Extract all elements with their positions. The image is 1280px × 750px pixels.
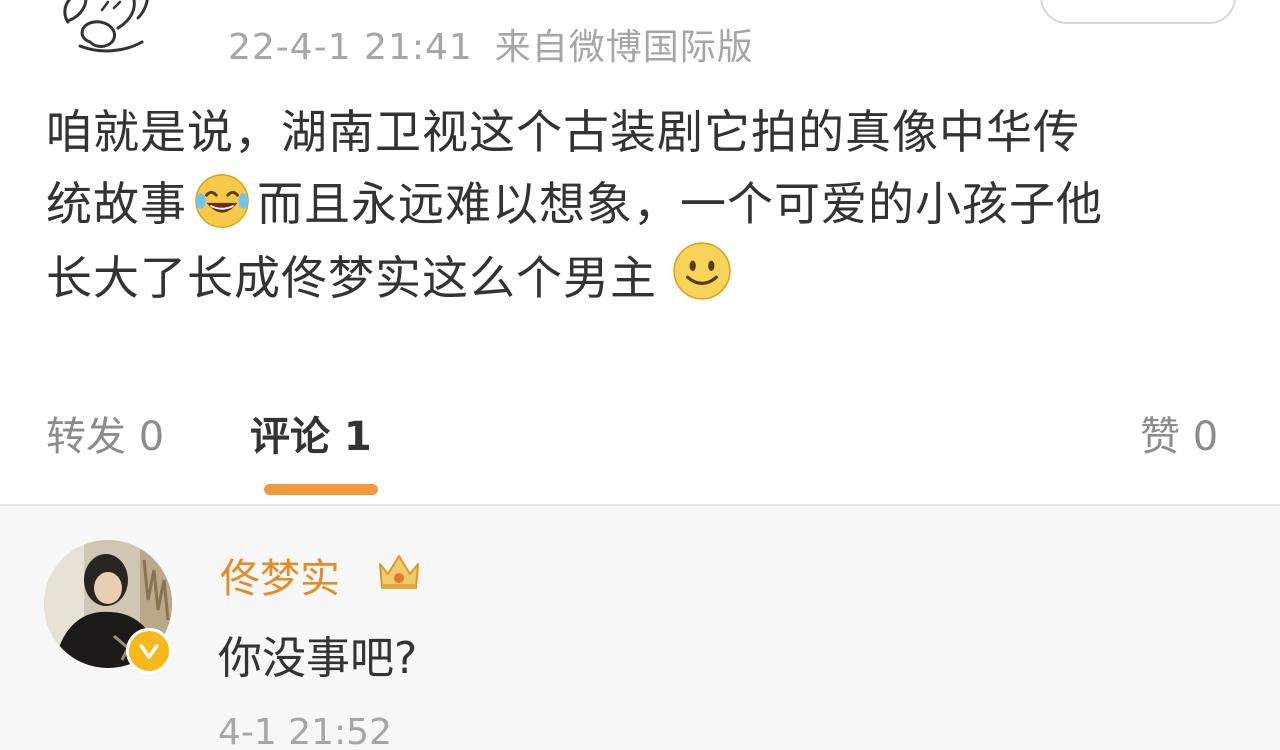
post-body: 咱就是说，湖南卫视这个古装剧它拍的真像中华传 统故事 而且永远难以想象，一个可爱… <box>46 96 1256 314</box>
laughing-tears-icon <box>195 174 249 228</box>
tab-comment[interactable]: 评论 1 <box>250 404 372 462</box>
smile-icon <box>673 242 731 300</box>
post-body-line: 长大了长成佟梦实这么个男主 <box>46 240 1256 314</box>
post-body-text: 长大了长成佟梦实这么个男主 <box>46 251 657 305</box>
post-timestamp: 22-4-1 21:41 <box>228 27 473 68</box>
post-meta: 22-4-1 21:41 来自微博国际版 <box>228 18 754 70</box>
post-body-text: 统故事 <box>46 177 187 231</box>
commenter-name[interactable]: 佟梦实 <box>220 546 340 604</box>
comment-section <box>0 506 1280 750</box>
tab-repost[interactable]: 转发 0 <box>46 404 164 462</box>
post-source[interactable]: 来自微博国际版 <box>495 27 754 68</box>
crown-icon[interactable] <box>374 548 424 594</box>
comment-timestamp: 4-1 21:52 <box>218 712 392 750</box>
post-body-line: 咱就是说，湖南卫视这个古装剧它拍的真像中华传 <box>46 105 1080 159</box>
follow-button[interactable] <box>1040 0 1236 24</box>
active-tab-indicator <box>264 484 378 495</box>
comment-text: 你没事吧? <box>218 633 418 684</box>
post-body-text: 而且永远难以想象，一个可爱的小孩子他 <box>257 177 1103 231</box>
poster-avatar[interactable] <box>50 0 162 56</box>
weibo-post-screen: 22-4-1 21:41 来自微博国际版 咱就是说，湖南卫视这个古装剧它拍的真像中… <box>0 0 1280 750</box>
tab-like[interactable]: 赞 0 <box>1140 404 1218 462</box>
verified-badge-icon <box>126 628 172 674</box>
post-body-line: 统故事 而且永远难以想象，一个可爱的小孩子他 <box>46 168 1256 240</box>
